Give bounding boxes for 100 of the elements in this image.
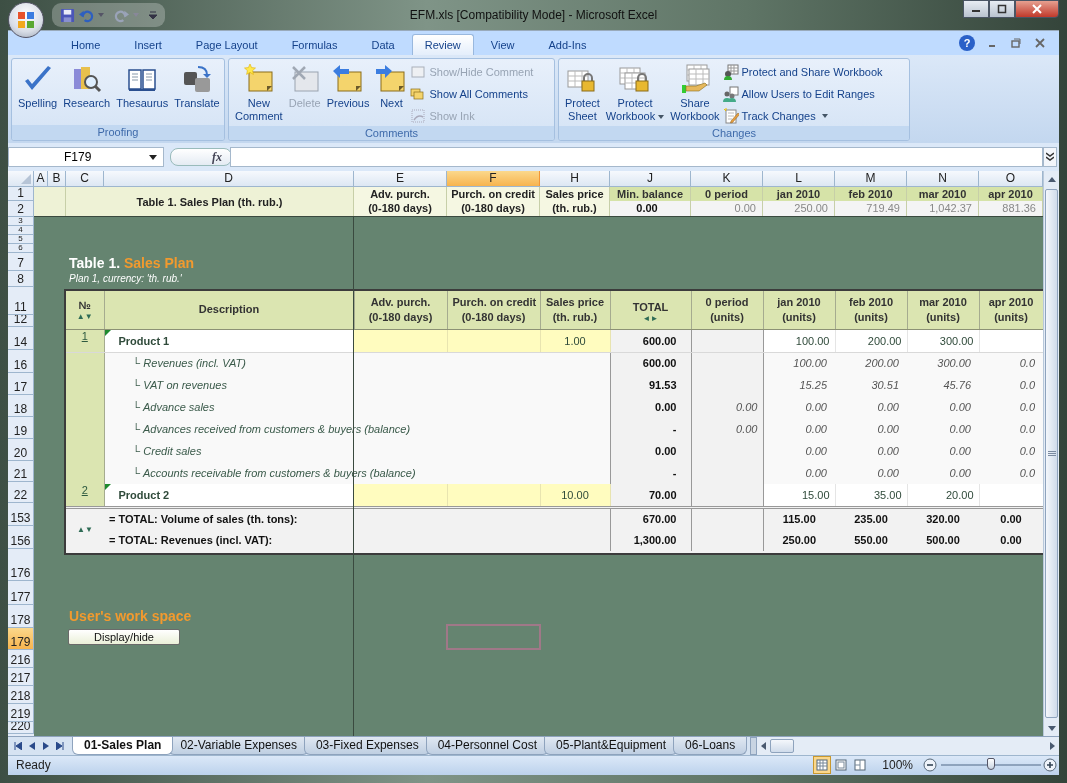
view-button[interactable] [813, 756, 832, 775]
scroll-left-icon[interactable] [761, 741, 767, 750]
display-hide-button[interactable]: Display/hide [68, 629, 180, 646]
scrollbar-thumb[interactable] [770, 738, 795, 753]
zoom-in-icon[interactable] [1043, 758, 1057, 773]
expand-button[interactable]: ◄► [615, 314, 686, 324]
ribbon-button[interactable]: Track Changes [722, 106, 883, 127]
column-header[interactable]: M [835, 171, 907, 187]
close-button[interactable] [1015, 0, 1059, 18]
expand-button[interactable] [1043, 147, 1057, 168]
error-indicator-icon [104, 484, 111, 491]
column-header[interactable]: J [610, 171, 691, 187]
table-cell: 881.36 [979, 201, 1042, 217]
formula-bar-handle[interactable] [170, 148, 232, 167]
column-heading: 0 period [691, 187, 762, 202]
zoom-out-icon[interactable] [923, 758, 937, 773]
row-link[interactable]: 2 [81, 484, 88, 497]
close-icon[interactable] [1035, 38, 1045, 49]
ribbon-button[interactable]: Protect and Share Workbook [722, 62, 883, 83]
error-indicator-icon [104, 329, 111, 336]
table-cell: 0.00 [877, 423, 899, 436]
column-header[interactable]: F [447, 171, 540, 187]
formula-field[interactable] [230, 147, 1043, 168]
zoom-level[interactable]: 100% [882, 758, 913, 773]
row-link[interactable]: 1 [81, 329, 88, 342]
ribbon-tab[interactable]: View [473, 34, 532, 56]
column-header[interactable]: N [907, 171, 979, 187]
notes-icon [410, 86, 427, 103]
scroll-up-icon[interactable] [1047, 176, 1056, 182]
ribbon-button[interactable]: Share Workbook [667, 61, 723, 127]
ribbon-tab[interactable]: Home [54, 34, 118, 56]
column-heading: Adv. purch. (0-180 days) [354, 187, 447, 217]
ribbon-button[interactable]: Protect Sheet [562, 61, 603, 127]
name-box[interactable]: F179 [8, 147, 164, 168]
input-cell[interactable] [354, 484, 447, 508]
vertical-scrollbar[interactable] [1043, 171, 1059, 737]
ribbon-tab[interactable]: Data [354, 34, 412, 56]
ribbon-button[interactable]: Spelling [15, 61, 61, 126]
last-sheet-icon[interactable] [56, 741, 64, 750]
table-cell: 200.00 [865, 357, 899, 370]
help-button[interactable]: ? [959, 35, 975, 52]
scroll-right-icon[interactable] [1050, 741, 1055, 750]
ribbon-button[interactable]: Show All Comments [410, 84, 534, 105]
maximize-button[interactable] [989, 0, 1015, 18]
row-header[interactable]: 179 [8, 628, 34, 651]
column-header[interactable]: K [691, 171, 763, 187]
table-cell: - [672, 423, 677, 436]
next-sheet-icon[interactable] [42, 741, 50, 750]
previous-sheet-icon[interactable] [28, 741, 36, 750]
column-header[interactable]: A [34, 171, 48, 187]
minimize-button[interactable] [963, 0, 989, 18]
ribbon-button[interactable]: Research [60, 61, 114, 126]
first-sheet-icon[interactable] [14, 741, 22, 750]
grip-icon[interactable] [1047, 450, 1056, 457]
save-icon[interactable] [60, 7, 75, 23]
column-heading: 0 period (units) [705, 296, 749, 323]
insert-function-button[interactable]: fx [212, 149, 222, 165]
table-cell: 600.00 [642, 357, 677, 370]
table-cell: 0.0 [1019, 401, 1035, 414]
sort-button[interactable]: ▲▼ [71, 312, 99, 322]
column-heading: Purch. on credit (0-180 days) [452, 296, 537, 323]
ribbon-button[interactable]: Thesaurus [113, 61, 172, 126]
triangle-icon [21, 174, 31, 185]
column-heading: Sales price (th. rub.) [540, 187, 610, 217]
column-header[interactable]: C [66, 171, 104, 187]
sheet-tab[interactable]: 01-Sales Plan [72, 737, 174, 755]
office-button[interactable] [8, 2, 44, 38]
restore-icon[interactable] [1011, 38, 1021, 49]
ribbon-button[interactable]: Protect Workbook [602, 61, 668, 127]
office-logo-icon [16, 10, 36, 30]
ribbon-tab[interactable]: Page Layout [178, 34, 275, 56]
customize-icon[interactable] [149, 10, 157, 20]
column-header[interactable]: B [48, 171, 66, 187]
table-cell: 0.0 [1019, 423, 1035, 436]
ribbon-tab[interactable]: Review [411, 34, 474, 56]
table-cell: 0.00 [949, 467, 971, 480]
ribbon-tab[interactable]: Insert [117, 34, 179, 56]
table-cell: 70.00 [648, 489, 677, 501]
ribbon-tab[interactable]: Formulas [274, 34, 355, 56]
horizontal-scrollbar[interactable] [757, 737, 1059, 755]
column-header[interactable]: D [104, 171, 354, 187]
scroll-down-icon[interactable] [1047, 725, 1056, 731]
ink-icon [410, 108, 427, 125]
ribbon-button[interactable]: Translate [171, 61, 223, 126]
sort-button[interactable]: ▲▼ [71, 525, 99, 535]
split-handle[interactable] [750, 737, 758, 755]
ribbon-button[interactable]: Next [372, 61, 411, 127]
table-cell: 0.00 [691, 201, 762, 217]
column-header[interactable]: L [763, 171, 835, 187]
ribbon-button[interactable]: Previous [323, 61, 373, 127]
ribbon-button[interactable]: Allow Users to Edit Ranges [722, 84, 883, 105]
table-cell: 0.00 [949, 401, 971, 414]
ribbon-button[interactable]: New Comment [232, 61, 286, 127]
column-header[interactable]: H [540, 171, 610, 187]
input-cell[interactable] [354, 329, 447, 353]
table-cell: 600.00 [642, 334, 677, 347]
sheet-tab[interactable]: 06-Loans [673, 737, 748, 755]
zoom-slider-thumb[interactable] [987, 758, 995, 771]
column-heading: Adv. purch. (0-180 days) [368, 296, 433, 323]
ribbon-tab[interactable]: Add-Ins [531, 34, 604, 56]
